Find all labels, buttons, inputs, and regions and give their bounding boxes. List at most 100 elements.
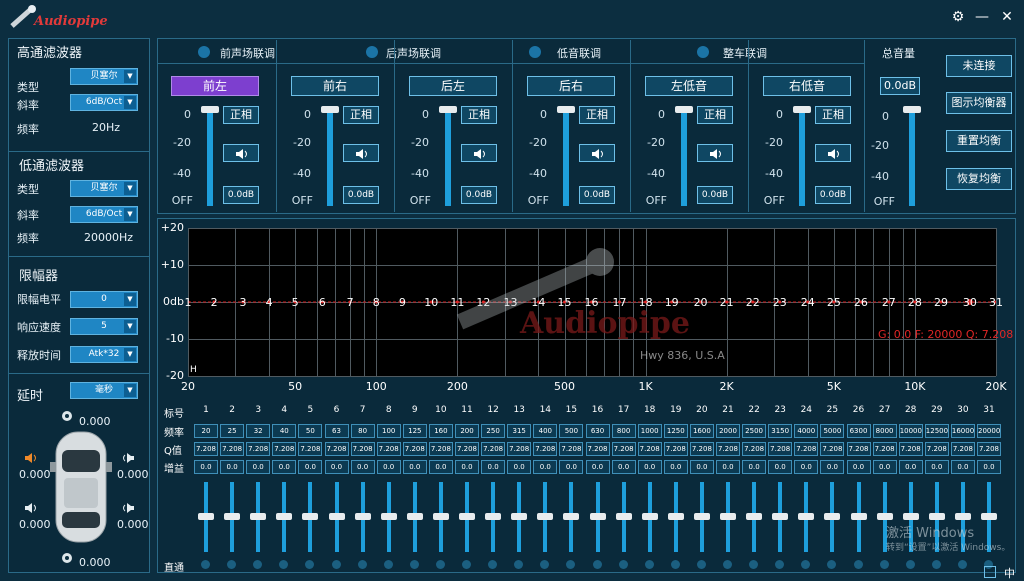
- freq-cell[interactable]: 40: [272, 424, 297, 438]
- q-cell[interactable]: 7.208: [898, 442, 923, 456]
- band-bypass-toggle[interactable]: [670, 560, 680, 569]
- channel-db-display[interactable]: 0.0dB: [343, 186, 379, 204]
- band-gain-knob[interactable]: [224, 513, 241, 520]
- q-cell[interactable]: 7.208: [637, 442, 662, 456]
- freq-cell[interactable]: 63: [324, 424, 349, 438]
- freq-cell[interactable]: 20000: [977, 424, 1001, 438]
- channel-db-display[interactable]: 0.0dB: [461, 186, 497, 204]
- q-cell[interactable]: 7.208: [428, 442, 453, 456]
- graphic-eq-button[interactable]: 图示均衡器: [946, 92, 1012, 114]
- q-cell[interactable]: 7.208: [950, 442, 975, 456]
- band-bypass-toggle[interactable]: [435, 560, 445, 569]
- q-cell[interactable]: 7.208: [820, 442, 845, 456]
- channel-db-display[interactable]: 0.0dB: [579, 186, 615, 204]
- band-gain-knob[interactable]: [876, 513, 893, 520]
- delay-rr-value[interactable]: 0.000: [117, 518, 149, 531]
- gain-cell[interactable]: 0.0: [350, 460, 375, 474]
- band-gain-knob[interactable]: [589, 513, 606, 520]
- q-cell[interactable]: 7.208: [977, 442, 1001, 456]
- connect-button[interactable]: 未连接: [946, 55, 1012, 77]
- freq-cell[interactable]: 100: [376, 424, 401, 438]
- gain-cell[interactable]: 0.0: [559, 460, 584, 474]
- q-cell[interactable]: 7.208: [585, 442, 610, 456]
- channel-db-display[interactable]: 0.0dB: [815, 186, 851, 204]
- q-cell[interactable]: 7.208: [272, 442, 297, 456]
- gain-cell[interactable]: 0.0: [716, 460, 740, 474]
- hpf-slope-select[interactable]: 6dB/Oct ▼: [70, 94, 138, 111]
- q-cell[interactable]: 7.208: [768, 442, 793, 456]
- channel-volume-knob[interactable]: [675, 106, 693, 113]
- freq-cell[interactable]: 630: [585, 424, 610, 438]
- gain-cell[interactable]: 0.0: [846, 460, 871, 474]
- gain-cell[interactable]: 0.0: [768, 460, 793, 474]
- delay-bottom-value[interactable]: 0.000: [79, 556, 111, 569]
- master-volume-track[interactable]: [909, 106, 915, 206]
- gain-cell[interactable]: 0.0: [272, 460, 297, 474]
- mute-button[interactable]: [461, 144, 497, 162]
- q-cell[interactable]: 7.208: [533, 442, 558, 456]
- band-gain-knob[interactable]: [328, 513, 345, 520]
- band-bypass-toggle[interactable]: [409, 560, 419, 569]
- channel-select-button[interactable]: 右低音: [763, 76, 851, 96]
- band-gain-knob[interactable]: [981, 513, 997, 520]
- mute-button[interactable]: [223, 144, 259, 162]
- q-cell[interactable]: 7.208: [376, 442, 401, 456]
- freq-cell[interactable]: 20: [194, 424, 218, 438]
- channel-volume-knob[interactable]: [439, 106, 457, 113]
- band-bypass-toggle[interactable]: [696, 560, 706, 569]
- lpf-freq-value[interactable]: 20000Hz: [84, 231, 133, 244]
- q-cell[interactable]: 7.208: [194, 442, 218, 456]
- freq-cell[interactable]: 10000: [898, 424, 923, 438]
- q-cell[interactable]: 7.208: [872, 442, 897, 456]
- band-gain-knob[interactable]: [563, 513, 580, 520]
- gain-cell[interactable]: 0.0: [220, 460, 245, 474]
- gain-cell[interactable]: 0.0: [872, 460, 897, 474]
- mute-button[interactable]: [579, 144, 615, 162]
- freq-cell[interactable]: 2000: [716, 424, 740, 438]
- freq-cell[interactable]: 125: [402, 424, 427, 438]
- freq-cell[interactable]: 25: [220, 424, 245, 438]
- band-gain-knob[interactable]: [772, 513, 789, 520]
- band-gain-knob[interactable]: [850, 513, 867, 520]
- band-bypass-toggle[interactable]: [618, 560, 628, 569]
- gain-cell[interactable]: 0.0: [194, 460, 218, 474]
- q-cell[interactable]: 7.208: [220, 442, 245, 456]
- freq-cell[interactable]: 200: [455, 424, 479, 438]
- freq-cell[interactable]: 50: [298, 424, 323, 438]
- q-cell[interactable]: 7.208: [402, 442, 427, 456]
- gain-cell[interactable]: 0.0: [637, 460, 662, 474]
- gain-cell[interactable]: 0.0: [585, 460, 610, 474]
- band-gain-knob[interactable]: [459, 513, 475, 520]
- hpf-freq-value[interactable]: 20Hz: [92, 121, 120, 134]
- phase-button[interactable]: 正相: [697, 106, 733, 124]
- band-bypass-toggle[interactable]: [644, 560, 654, 569]
- channel-volume-track[interactable]: [327, 106, 333, 206]
- gain-cell[interactable]: 0.0: [455, 460, 479, 474]
- band-gain-knob[interactable]: [641, 513, 658, 520]
- freq-cell[interactable]: 80: [350, 424, 375, 438]
- phase-button[interactable]: 正相: [343, 106, 379, 124]
- band-bypass-toggle[interactable]: [383, 560, 393, 569]
- band-bypass-toggle[interactable]: [879, 560, 889, 569]
- band-gain-knob[interactable]: [302, 513, 319, 520]
- band-gain-knob[interactable]: [380, 513, 397, 520]
- band-gain-knob[interactable]: [667, 513, 684, 520]
- gain-cell[interactable]: 0.0: [298, 460, 323, 474]
- band-gain-knob[interactable]: [954, 513, 971, 520]
- q-cell[interactable]: 7.208: [742, 442, 767, 456]
- delay-unit-select[interactable]: 毫秒 ▼: [70, 382, 138, 399]
- close-icon[interactable]: ✕: [998, 8, 1016, 26]
- band-gain-knob[interactable]: [798, 513, 815, 520]
- band-bypass-toggle[interactable]: [331, 560, 341, 569]
- gain-cell[interactable]: 0.0: [977, 460, 1001, 474]
- freq-cell[interactable]: 6300: [846, 424, 871, 438]
- gain-cell[interactable]: 0.0: [820, 460, 845, 474]
- freq-cell[interactable]: 800: [611, 424, 636, 438]
- freq-cell[interactable]: 5000: [820, 424, 845, 438]
- channel-select-button[interactable]: 左低音: [645, 76, 733, 96]
- speaker-fr-icon[interactable]: [121, 452, 135, 464]
- limiter-level-select[interactable]: 0 ▼: [70, 291, 138, 308]
- band-bypass-toggle[interactable]: [592, 560, 602, 569]
- band-gain-knob[interactable]: [615, 513, 632, 520]
- q-cell[interactable]: 7.208: [507, 442, 532, 456]
